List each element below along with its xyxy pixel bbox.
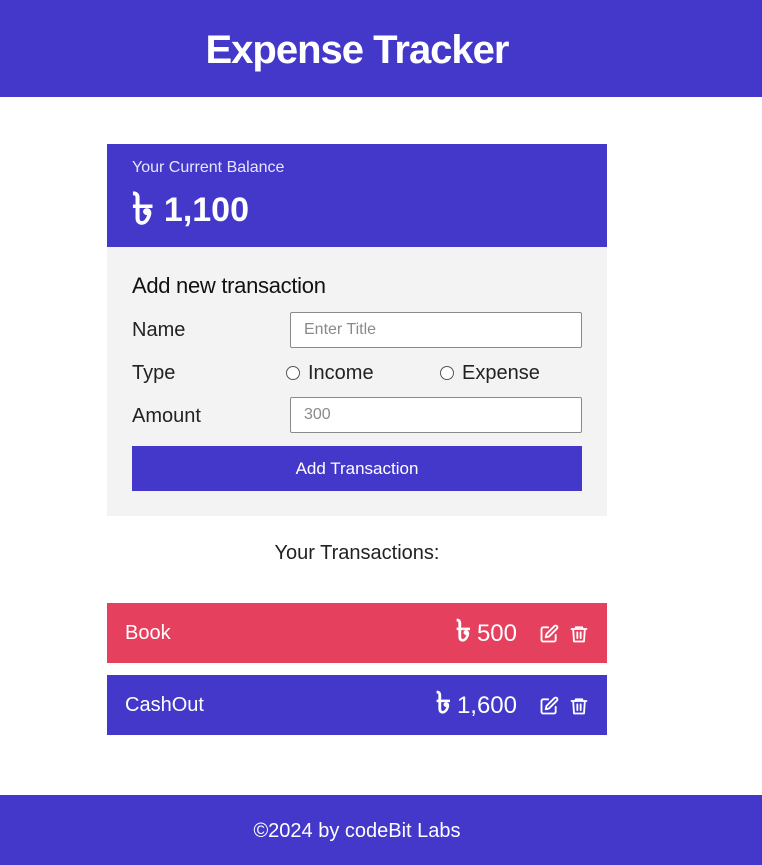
- income-radio-label: Income: [308, 362, 374, 384]
- form-title: Add new transaction: [132, 273, 326, 298]
- edit-icon[interactable]: [539, 624, 559, 644]
- expense-radio[interactable]: Expense: [440, 361, 540, 385]
- currency-symbol: ৳: [132, 185, 154, 234]
- name-label: Name: [132, 319, 186, 341]
- currency-symbol: ৳: [435, 687, 451, 720]
- type-label: Type: [132, 362, 176, 384]
- add-transaction-form: Add new transaction Name Type Income Exp…: [107, 247, 607, 516]
- balance-value: 1,100: [163, 191, 250, 229]
- transaction-amount: 500: [476, 620, 517, 647]
- balance-amount: ৳ 1,100: [132, 188, 249, 232]
- amount-input[interactable]: [290, 397, 582, 433]
- balance-card: Your Current Balance ৳ 1,100: [107, 144, 607, 247]
- trash-icon[interactable]: [569, 624, 589, 644]
- currency-symbol: ৳: [456, 615, 471, 648]
- income-radio[interactable]: Income: [286, 361, 374, 385]
- radio-circle[interactable]: [440, 366, 454, 380]
- app-footer: ©2024 by codeBit Labs: [0, 795, 762, 865]
- expense-radio-label: Expense: [462, 362, 540, 384]
- app-header: Expense Tracker: [0, 0, 762, 97]
- title-input[interactable]: [290, 312, 582, 348]
- radio-circle[interactable]: [286, 366, 300, 380]
- amount-label: Amount: [132, 405, 201, 427]
- page-title: Expense Tracker: [205, 28, 510, 72]
- add-transaction-button[interactable]: Add Transaction: [132, 446, 582, 491]
- trash-icon[interactable]: [569, 696, 589, 716]
- transaction-name: Book: [125, 622, 171, 644]
- edit-icon[interactable]: [539, 696, 559, 716]
- transaction-name: CashOut: [125, 694, 204, 716]
- balance-label: Your Current Balance: [132, 159, 285, 176]
- transaction-amount: 1,600: [456, 692, 517, 719]
- transaction-item: Book ৳ 500: [107, 603, 607, 663]
- transaction-item: CashOut ৳ 1,600: [107, 675, 607, 735]
- copyright-text: ©2024 by codeBit Labs: [253, 820, 461, 842]
- transactions-heading: Your Transactions:: [274, 542, 440, 564]
